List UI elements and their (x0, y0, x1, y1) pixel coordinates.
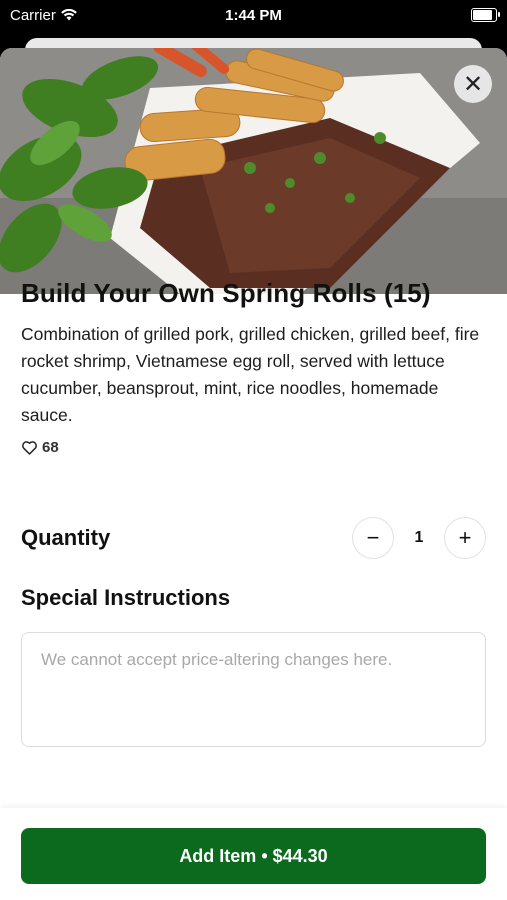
close-button[interactable]: ✕ (454, 65, 492, 103)
item-info: Build Your Own Spring Rolls (15) Combina… (21, 278, 486, 456)
footer: Add Item • $44.30 (0, 808, 507, 900)
quantity-value: 1 (414, 529, 424, 546)
close-icon: ✕ (462, 70, 484, 98)
quantity-row: Quantity − 1 + (21, 517, 486, 559)
status-left: Carrier (10, 7, 77, 24)
add-item-button[interactable]: Add Item • $44.30 (21, 828, 486, 884)
item-detail-sheet: ✕ (0, 48, 507, 900)
battery-icon (471, 8, 500, 22)
special-instructions-input[interactable]: We cannot accept price-altering changes … (21, 632, 486, 747)
quantity-label: Quantity (21, 525, 111, 550)
likes-count: 68 (42, 439, 59, 456)
food-illustration (0, 48, 507, 294)
status-bar: Carrier 1:44 PM (0, 0, 507, 30)
special-instructions-label: Special Instructions (21, 585, 231, 610)
item-title: Build Your Own Spring Rolls (15) (21, 278, 431, 308)
wifi-icon (61, 9, 77, 21)
likes-badge: 68 (21, 439, 486, 456)
quantity-stepper: − 1 + (352, 517, 486, 559)
heart-icon (22, 441, 37, 455)
item-description: Combination of grilled pork, grilled chi… (21, 324, 480, 425)
item-photo: ✕ (0, 48, 507, 294)
carrier-label: Carrier (10, 6, 56, 24)
decrease-quantity-button[interactable]: − (352, 517, 394, 559)
increase-quantity-button[interactable]: + (444, 517, 486, 559)
